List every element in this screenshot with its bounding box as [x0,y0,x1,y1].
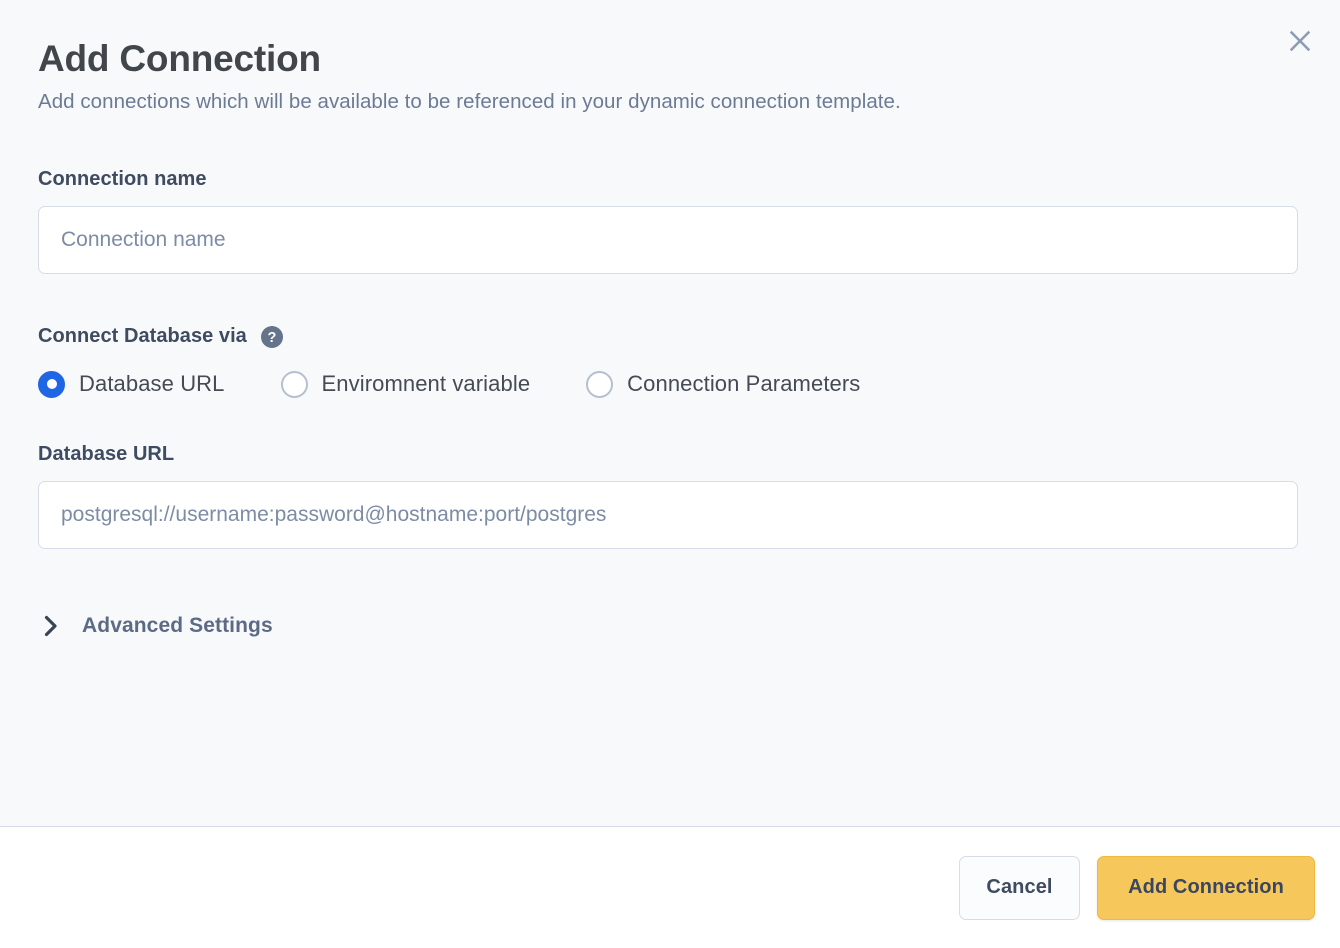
radio-option-connection-parameters[interactable]: Connection Parameters [586,371,860,398]
close-icon [1287,28,1313,54]
question-mark-circle-icon[interactable]: ? [260,325,284,349]
add-connection-button[interactable]: Add Connection [1097,856,1315,920]
database-url-label: Database URL [38,443,1300,466]
connect-via-radio-group: Database URL Enviromnent variable Connec… [38,371,1300,398]
cancel-button[interactable]: Cancel [959,856,1080,920]
dialog-subtitle: Add connections which will be available … [38,88,1300,117]
database-url-label-text: Database URL [38,443,174,466]
connect-via-field-group: Connect Database via ? Database URL Envi… [38,325,1300,398]
radio-label-environment-variable: Enviromnent variable [322,371,531,397]
connect-via-label: Connect Database via ? [38,325,1300,349]
connection-name-field-group: Connection name [38,168,1300,274]
radio-option-environment-variable[interactable]: Enviromnent variable [281,371,531,398]
radio-mark-icon [586,371,613,398]
radio-label-connection-parameters: Connection Parameters [627,371,860,397]
radio-mark-icon [281,371,308,398]
connect-via-label-text: Connect Database via [38,325,247,348]
dialog-body: Add Connection Add connections which wil… [0,0,1340,826]
advanced-settings-label: Advanced Settings [82,614,273,638]
add-connection-dialog: Add Connection Add connections which wil… [0,0,1340,948]
database-url-input[interactable] [38,481,1298,549]
database-url-field-group: Database URL [38,443,1300,549]
page-title: Add Connection [38,36,1300,82]
close-icon-button[interactable] [1279,20,1321,62]
radio-label-database-url: Database URL [79,371,225,397]
dialog-footer: Cancel Add Connection [0,826,1340,948]
chevron-right-icon [38,613,64,639]
connection-name-input[interactable] [38,206,1298,274]
advanced-settings-toggle[interactable]: Advanced Settings [38,613,273,639]
radio-option-database-url[interactable]: Database URL [38,371,225,398]
connection-name-label: Connection name [38,168,1300,191]
svg-text:?: ? [267,330,276,346]
connection-name-label-text: Connection name [38,168,207,191]
radio-mark-selected-icon [38,371,65,398]
